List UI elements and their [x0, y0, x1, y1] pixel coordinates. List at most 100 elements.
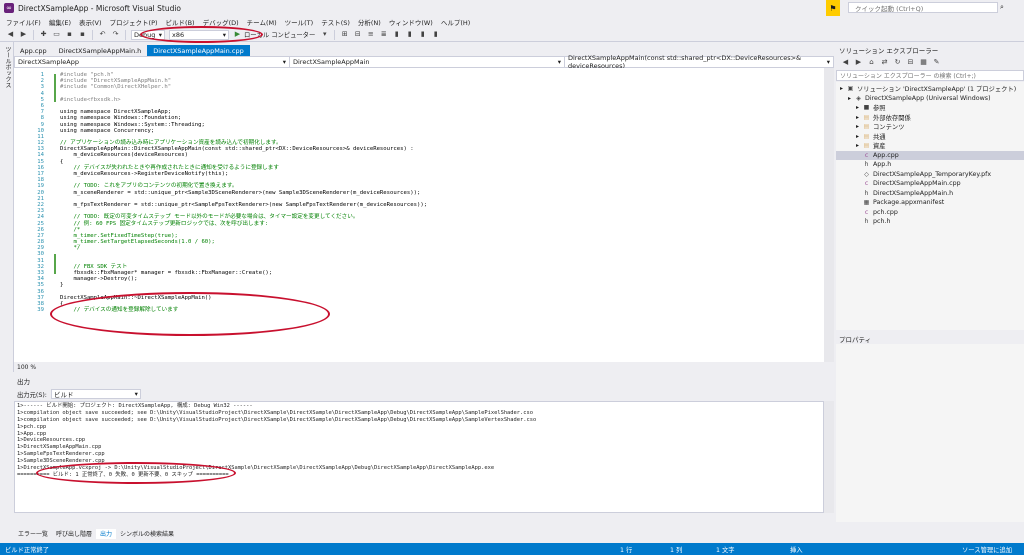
home-icon[interactable]: ⌂	[867, 58, 876, 67]
tree-node-label: コンテンツ	[873, 124, 905, 132]
chevron-down-icon[interactable]: ▾	[320, 30, 329, 39]
show-all-icon[interactable]: ▦	[919, 58, 928, 67]
output-source-select[interactable]: ビルド ▾	[50, 389, 141, 399]
tree-node[interactable]: ▸ ▤ 共通	[836, 132, 1024, 142]
menu-item[interactable]: ヘルプ(H)	[437, 17, 474, 27]
collapse-icon[interactable]: ⊟	[906, 58, 915, 67]
bookmark-icon[interactable]: ▮	[392, 30, 401, 39]
nav-member-select[interactable]: DirectXSampleAppMain(const std::shared_p…	[565, 54, 833, 70]
tree-node[interactable]: ▸ ◈ DirectXSampleApp (Universal Windows)	[836, 94, 1024, 104]
tree-node[interactable]: h DirectXSampleAppMain.h	[836, 189, 1024, 199]
bottom-tab[interactable]: シンボルの検索結果	[116, 529, 178, 539]
annotation-oval-code	[50, 292, 330, 336]
toolbar-tool-icon[interactable]: ⊞	[340, 30, 349, 39]
tree-node-label: App.h	[873, 161, 892, 169]
forward-icon[interactable]: ▶	[854, 58, 863, 67]
back-icon[interactable]: ◀	[841, 58, 850, 67]
save-icon[interactable]: ▪	[65, 30, 74, 39]
nav-project: DirectXSampleApp	[18, 58, 79, 66]
manifest-file-icon: ▦	[863, 199, 870, 207]
document-tab[interactable]: DirectXSampleAppMain.cpp	[147, 45, 250, 56]
tree-node[interactable]: ▸ ■ 参照	[836, 103, 1024, 113]
tree-node[interactable]: ◇ DirectXSampleApp_TemporaryKey.pfx	[836, 170, 1024, 180]
tree-node[interactable]: ▸ ▤ 資産	[836, 141, 1024, 151]
menu-item[interactable]: ツール(T)	[281, 17, 318, 27]
quick-launch-placeholder: クイック起動 (Ctrl+Q)	[855, 4, 924, 13]
tree-node[interactable]: c App.cpp	[836, 150, 1024, 160]
toolbox-strip[interactable]: ツールボックス	[0, 42, 14, 372]
tree-node[interactable]: ▦ Package.appxmanifest	[836, 198, 1024, 208]
zoom-level[interactable]: 100 %	[17, 364, 36, 371]
tree-node[interactable]: ▸ ▤ コンテンツ	[836, 122, 1024, 132]
expand-arrow-icon[interactable]: ▸	[856, 133, 863, 140]
key-file-icon: ◇	[864, 170, 869, 178]
quick-launch-input[interactable]: クイック起動 (Ctrl+Q)	[848, 2, 998, 13]
expand-arrow-icon[interactable]: ▸	[856, 114, 863, 121]
editor-scrollbar[interactable]	[824, 68, 834, 362]
tree-node[interactable]: c DirectXSampleAppMain.cpp	[836, 179, 1024, 189]
menu-item[interactable]: チーム(M)	[243, 17, 281, 27]
menu-item[interactable]: プロジェクト(P)	[106, 17, 162, 27]
comment-out-icon[interactable]: ≡	[366, 30, 375, 39]
tree-node[interactable]: c pch.cpp	[836, 208, 1024, 218]
output-text[interactable]: 1>------ ビルド開始: プロジェクト: DirectXSampleApp…	[14, 401, 824, 513]
back-icon[interactable]: ◀	[6, 30, 15, 39]
expand-arrow-icon[interactable]: ▸	[848, 95, 855, 102]
expand-arrow-icon[interactable]: ▸	[856, 142, 863, 149]
properties-title: プロパティ	[839, 335, 872, 344]
output-scrollbar[interactable]	[824, 401, 834, 513]
tree-node-label: Package.appxmanifest	[873, 199, 945, 207]
document-tab[interactable]: App.cpp	[14, 45, 53, 56]
bookmark-prev-icon[interactable]: ▮	[405, 30, 414, 39]
redo-icon[interactable]: ↷	[111, 30, 120, 39]
menu-item[interactable]: ファイル(F)	[2, 17, 45, 27]
uncomment-icon[interactable]: ≣	[379, 30, 388, 39]
open-file-icon[interactable]: ▭	[52, 30, 61, 39]
toolbox-label: ツールボックス	[4, 46, 11, 88]
bottom-tab[interactable]: エラー一覧	[14, 529, 52, 539]
tree-node[interactable]: ▸ ▣ ソリューション 'DirectXSampleApp' (1 プロジェクト)	[836, 84, 1024, 94]
header-file-icon: h	[864, 189, 869, 197]
expand-arrow-icon[interactable]: ▸	[856, 123, 863, 130]
bookmark-next-icon[interactable]: ▮	[418, 30, 427, 39]
change-marker	[54, 74, 56, 102]
new-project-icon[interactable]: ✚	[39, 30, 48, 39]
bottom-tab[interactable]: 出力	[96, 528, 117, 539]
header-file-icon: h	[864, 161, 869, 169]
bookmark-clear-icon[interactable]: ▮	[431, 30, 440, 39]
nav-project-select[interactable]: DirectXSampleApp ▾	[15, 57, 290, 67]
save-all-icon[interactable]: ▪	[78, 30, 87, 39]
status-line: 1 行	[620, 546, 633, 554]
properties-panel[interactable]	[836, 344, 1024, 522]
bottom-tabs: エラー一覧 呼び出し階層 出力 シンボルの検索結果	[14, 528, 834, 539]
document-tab[interactable]: DirectXSampleAppMain.h	[53, 45, 148, 56]
sync-icon[interactable]: ⇄	[880, 58, 889, 67]
refresh-icon[interactable]: ↻	[893, 58, 902, 67]
status-scm[interactable]: ソース管理に追加	[962, 545, 1012, 554]
menu-item[interactable]: テスト(S)	[317, 17, 354, 27]
tree-node[interactable]: ▸ ▤ 外部依存関係	[836, 113, 1024, 123]
search-icon[interactable]: ⌕	[1000, 3, 1004, 12]
menu-item[interactable]: 分析(N)	[354, 17, 385, 27]
menu-item[interactable]: ウィンドウ(W)	[385, 17, 437, 27]
tree-node[interactable]: h App.h	[836, 160, 1024, 170]
window-title: DirectXSampleApp - Microsoft Visual Stud…	[18, 3, 182, 13]
expand-arrow-icon[interactable]: ▸	[856, 104, 863, 111]
menu-item[interactable]: 表示(V)	[75, 17, 106, 27]
bottom-tab-label: 出力	[100, 531, 113, 538]
document-tab-label: DirectXSampleAppMain.cpp	[153, 46, 244, 55]
solution-explorer-search[interactable]: ソリューション エクスプローラー の検索 (Ctrl+;)	[836, 70, 1024, 81]
toolbar-tool-icon[interactable]: ⊟	[353, 30, 362, 39]
output-line: 1>App.cpp	[17, 430, 47, 437]
nav-scope-select[interactable]: DirectXSampleAppMain ▾	[290, 57, 565, 67]
tree-node[interactable]: h pch.h	[836, 217, 1024, 227]
forward-icon[interactable]: ▶	[19, 30, 28, 39]
bottom-tab[interactable]: 呼び出し階層	[52, 529, 96, 539]
menu-item[interactable]: 編集(E)	[45, 17, 75, 27]
expand-arrow-icon[interactable]: ▸	[840, 85, 847, 92]
properties-icon[interactable]: ✎	[932, 58, 941, 67]
output-title: 出力	[17, 378, 30, 386]
output-line: 1>DeviceResources.cpp	[17, 437, 86, 444]
undo-icon[interactable]: ↶	[98, 30, 107, 39]
notification-flag-icon[interactable]: ⚑	[826, 0, 840, 16]
